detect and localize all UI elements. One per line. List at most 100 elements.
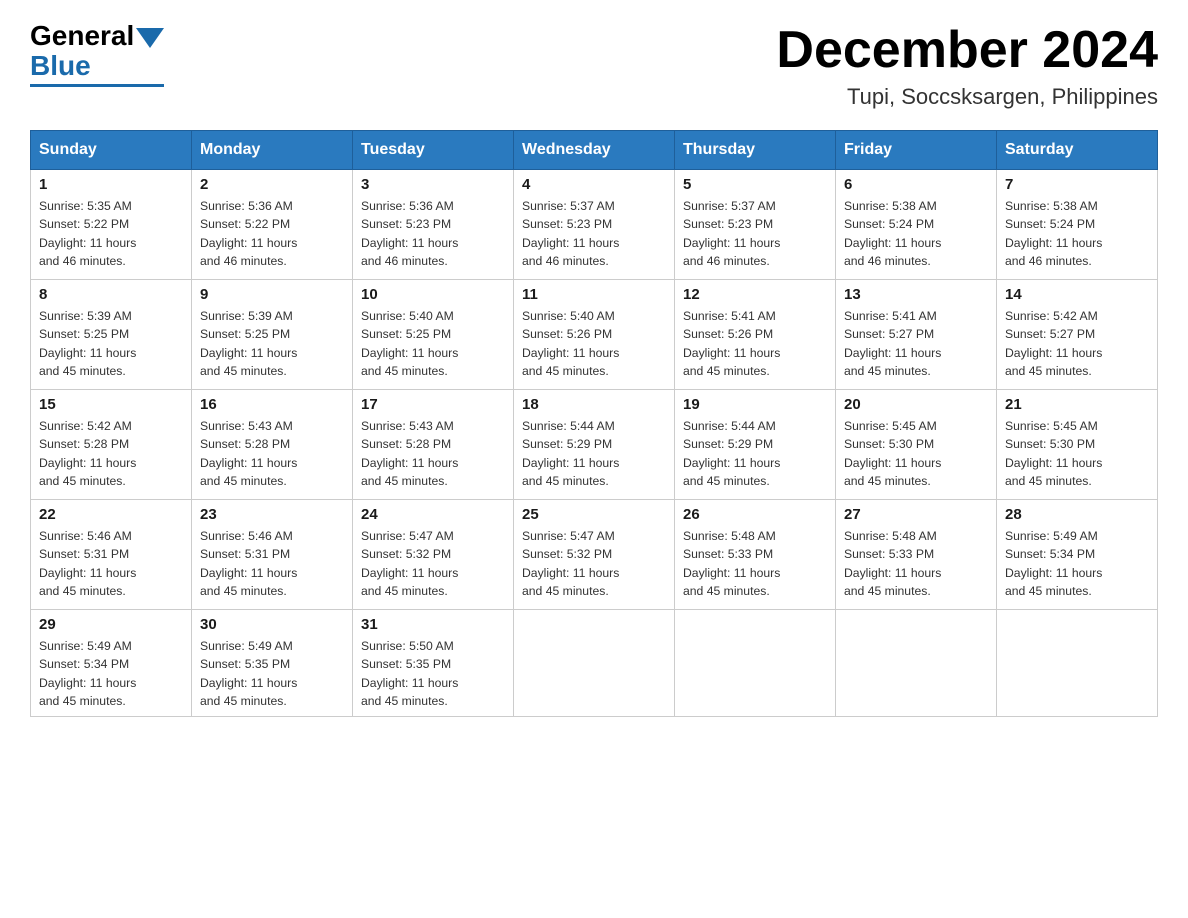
calendar-cell: 16 Sunrise: 5:43 AM Sunset: 5:28 PM Dayl… bbox=[192, 390, 353, 500]
day-number: 26 bbox=[683, 506, 827, 523]
day-number: 20 bbox=[844, 396, 988, 413]
day-info: Sunrise: 5:49 AM Sunset: 5:34 PM Dayligh… bbox=[1005, 527, 1149, 600]
calendar-cell: 30 Sunrise: 5:49 AM Sunset: 5:35 PM Dayl… bbox=[192, 610, 353, 717]
logo-underline bbox=[30, 84, 164, 87]
calendar-cell: 24 Sunrise: 5:47 AM Sunset: 5:32 PM Dayl… bbox=[353, 500, 514, 610]
day-info: Sunrise: 5:39 AM Sunset: 5:25 PM Dayligh… bbox=[39, 307, 183, 380]
day-info: Sunrise: 5:37 AM Sunset: 5:23 PM Dayligh… bbox=[522, 197, 666, 270]
day-info: Sunrise: 5:48 AM Sunset: 5:33 PM Dayligh… bbox=[683, 527, 827, 600]
week-row-2: 8 Sunrise: 5:39 AM Sunset: 5:25 PM Dayli… bbox=[31, 280, 1158, 390]
calendar-cell: 25 Sunrise: 5:47 AM Sunset: 5:32 PM Dayl… bbox=[514, 500, 675, 610]
calendar-cell: 11 Sunrise: 5:40 AM Sunset: 5:26 PM Dayl… bbox=[514, 280, 675, 390]
day-info: Sunrise: 5:44 AM Sunset: 5:29 PM Dayligh… bbox=[522, 417, 666, 490]
calendar-cell: 10 Sunrise: 5:40 AM Sunset: 5:25 PM Dayl… bbox=[353, 280, 514, 390]
calendar-cell: 1 Sunrise: 5:35 AM Sunset: 5:22 PM Dayli… bbox=[31, 170, 192, 280]
location: Tupi, Soccsksargen, Philippines bbox=[776, 84, 1158, 110]
day-number: 6 bbox=[844, 176, 988, 193]
day-number: 3 bbox=[361, 176, 505, 193]
calendar-cell: 23 Sunrise: 5:46 AM Sunset: 5:31 PM Dayl… bbox=[192, 500, 353, 610]
day-number: 16 bbox=[200, 396, 344, 413]
day-number: 25 bbox=[522, 506, 666, 523]
page-header: General Blue December 2024 Tupi, Soccsks… bbox=[30, 20, 1158, 110]
day-info: Sunrise: 5:43 AM Sunset: 5:28 PM Dayligh… bbox=[200, 417, 344, 490]
day-info: Sunrise: 5:40 AM Sunset: 5:25 PM Dayligh… bbox=[361, 307, 505, 380]
day-info: Sunrise: 5:37 AM Sunset: 5:23 PM Dayligh… bbox=[683, 197, 827, 270]
header-row: SundayMondayTuesdayWednesdayThursdayFrid… bbox=[31, 131, 1158, 170]
calendar-cell: 19 Sunrise: 5:44 AM Sunset: 5:29 PM Dayl… bbox=[675, 390, 836, 500]
calendar-cell: 18 Sunrise: 5:44 AM Sunset: 5:29 PM Dayl… bbox=[514, 390, 675, 500]
calendar-cell bbox=[514, 610, 675, 717]
calendar-header: SundayMondayTuesdayWednesdayThursdayFrid… bbox=[31, 131, 1158, 170]
day-number: 15 bbox=[39, 396, 183, 413]
day-info: Sunrise: 5:42 AM Sunset: 5:28 PM Dayligh… bbox=[39, 417, 183, 490]
day-number: 14 bbox=[1005, 286, 1149, 303]
day-number: 4 bbox=[522, 176, 666, 193]
header-sunday: Sunday bbox=[31, 131, 192, 170]
day-number: 17 bbox=[361, 396, 505, 413]
month-title: December 2024 bbox=[776, 20, 1158, 80]
day-info: Sunrise: 5:36 AM Sunset: 5:23 PM Dayligh… bbox=[361, 197, 505, 270]
day-info: Sunrise: 5:38 AM Sunset: 5:24 PM Dayligh… bbox=[844, 197, 988, 270]
day-number: 12 bbox=[683, 286, 827, 303]
header-tuesday: Tuesday bbox=[353, 131, 514, 170]
day-number: 21 bbox=[1005, 396, 1149, 413]
logo: General Blue bbox=[30, 20, 164, 87]
day-number: 7 bbox=[1005, 176, 1149, 193]
day-info: Sunrise: 5:38 AM Sunset: 5:24 PM Dayligh… bbox=[1005, 197, 1149, 270]
calendar-cell: 4 Sunrise: 5:37 AM Sunset: 5:23 PM Dayli… bbox=[514, 170, 675, 280]
calendar-cell: 28 Sunrise: 5:49 AM Sunset: 5:34 PM Dayl… bbox=[997, 500, 1158, 610]
header-friday: Friday bbox=[836, 131, 997, 170]
day-number: 11 bbox=[522, 286, 666, 303]
calendar-cell: 20 Sunrise: 5:45 AM Sunset: 5:30 PM Dayl… bbox=[836, 390, 997, 500]
day-info: Sunrise: 5:49 AM Sunset: 5:35 PM Dayligh… bbox=[200, 637, 344, 710]
day-info: Sunrise: 5:39 AM Sunset: 5:25 PM Dayligh… bbox=[200, 307, 344, 380]
day-info: Sunrise: 5:47 AM Sunset: 5:32 PM Dayligh… bbox=[522, 527, 666, 600]
day-info: Sunrise: 5:45 AM Sunset: 5:30 PM Dayligh… bbox=[844, 417, 988, 490]
calendar-cell: 3 Sunrise: 5:36 AM Sunset: 5:23 PM Dayli… bbox=[353, 170, 514, 280]
logo-text: General bbox=[30, 20, 164, 52]
day-number: 5 bbox=[683, 176, 827, 193]
header-saturday: Saturday bbox=[997, 131, 1158, 170]
calendar-cell: 5 Sunrise: 5:37 AM Sunset: 5:23 PM Dayli… bbox=[675, 170, 836, 280]
day-number: 31 bbox=[361, 616, 505, 633]
week-row-4: 22 Sunrise: 5:46 AM Sunset: 5:31 PM Dayl… bbox=[31, 500, 1158, 610]
day-info: Sunrise: 5:43 AM Sunset: 5:28 PM Dayligh… bbox=[361, 417, 505, 490]
week-row-1: 1 Sunrise: 5:35 AM Sunset: 5:22 PM Dayli… bbox=[31, 170, 1158, 280]
title-section: December 2024 Tupi, Soccsksargen, Philip… bbox=[776, 20, 1158, 110]
day-number: 8 bbox=[39, 286, 183, 303]
calendar-cell: 6 Sunrise: 5:38 AM Sunset: 5:24 PM Dayli… bbox=[836, 170, 997, 280]
calendar-cell: 31 Sunrise: 5:50 AM Sunset: 5:35 PM Dayl… bbox=[353, 610, 514, 717]
day-info: Sunrise: 5:48 AM Sunset: 5:33 PM Dayligh… bbox=[844, 527, 988, 600]
calendar-cell: 22 Sunrise: 5:46 AM Sunset: 5:31 PM Dayl… bbox=[31, 500, 192, 610]
day-info: Sunrise: 5:44 AM Sunset: 5:29 PM Dayligh… bbox=[683, 417, 827, 490]
week-row-3: 15 Sunrise: 5:42 AM Sunset: 5:28 PM Dayl… bbox=[31, 390, 1158, 500]
day-number: 29 bbox=[39, 616, 183, 633]
calendar-cell bbox=[675, 610, 836, 717]
day-number: 2 bbox=[200, 176, 344, 193]
calendar-cell: 14 Sunrise: 5:42 AM Sunset: 5:27 PM Dayl… bbox=[997, 280, 1158, 390]
header-monday: Monday bbox=[192, 131, 353, 170]
day-number: 19 bbox=[683, 396, 827, 413]
calendar-table: SundayMondayTuesdayWednesdayThursdayFrid… bbox=[30, 130, 1158, 717]
calendar-cell: 15 Sunrise: 5:42 AM Sunset: 5:28 PM Dayl… bbox=[31, 390, 192, 500]
logo-triangle-icon bbox=[136, 28, 164, 48]
day-info: Sunrise: 5:46 AM Sunset: 5:31 PM Dayligh… bbox=[200, 527, 344, 600]
calendar-body: 1 Sunrise: 5:35 AM Sunset: 5:22 PM Dayli… bbox=[31, 170, 1158, 717]
week-row-5: 29 Sunrise: 5:49 AM Sunset: 5:34 PM Dayl… bbox=[31, 610, 1158, 717]
calendar-cell: 27 Sunrise: 5:48 AM Sunset: 5:33 PM Dayl… bbox=[836, 500, 997, 610]
logo-blue-text: Blue bbox=[30, 50, 91, 82]
day-number: 28 bbox=[1005, 506, 1149, 523]
day-info: Sunrise: 5:40 AM Sunset: 5:26 PM Dayligh… bbox=[522, 307, 666, 380]
day-info: Sunrise: 5:42 AM Sunset: 5:27 PM Dayligh… bbox=[1005, 307, 1149, 380]
calendar-cell: 29 Sunrise: 5:49 AM Sunset: 5:34 PM Dayl… bbox=[31, 610, 192, 717]
calendar-cell: 21 Sunrise: 5:45 AM Sunset: 5:30 PM Dayl… bbox=[997, 390, 1158, 500]
day-number: 22 bbox=[39, 506, 183, 523]
calendar-cell: 7 Sunrise: 5:38 AM Sunset: 5:24 PM Dayli… bbox=[997, 170, 1158, 280]
calendar-cell bbox=[836, 610, 997, 717]
header-wednesday: Wednesday bbox=[514, 131, 675, 170]
day-info: Sunrise: 5:47 AM Sunset: 5:32 PM Dayligh… bbox=[361, 527, 505, 600]
day-info: Sunrise: 5:50 AM Sunset: 5:35 PM Dayligh… bbox=[361, 637, 505, 710]
day-info: Sunrise: 5:36 AM Sunset: 5:22 PM Dayligh… bbox=[200, 197, 344, 270]
day-number: 10 bbox=[361, 286, 505, 303]
calendar-cell: 8 Sunrise: 5:39 AM Sunset: 5:25 PM Dayli… bbox=[31, 280, 192, 390]
